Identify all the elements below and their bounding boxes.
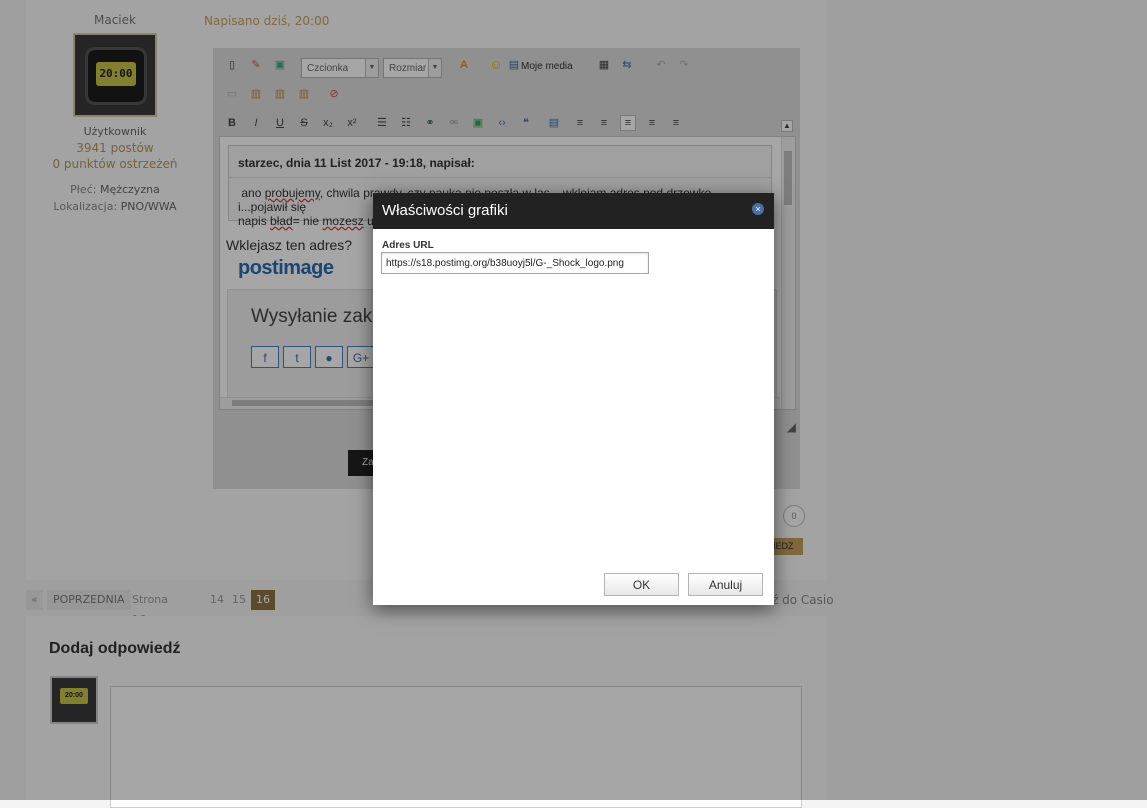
url-label: Adres URL <box>382 240 434 251</box>
cancel-button[interactable]: Anuluj <box>688 573 763 596</box>
close-icon[interactable]: × <box>752 203 764 215</box>
dialog-title: Właściwości grafiki <box>382 202 508 219</box>
ok-button[interactable]: OK <box>604 573 679 596</box>
dialog-header[interactable]: Właściwości grafiki × <box>373 193 774 229</box>
url-input[interactable] <box>381 252 649 274</box>
image-properties-dialog: Właściwości grafiki × Adres URL OK Anulu… <box>373 193 774 605</box>
